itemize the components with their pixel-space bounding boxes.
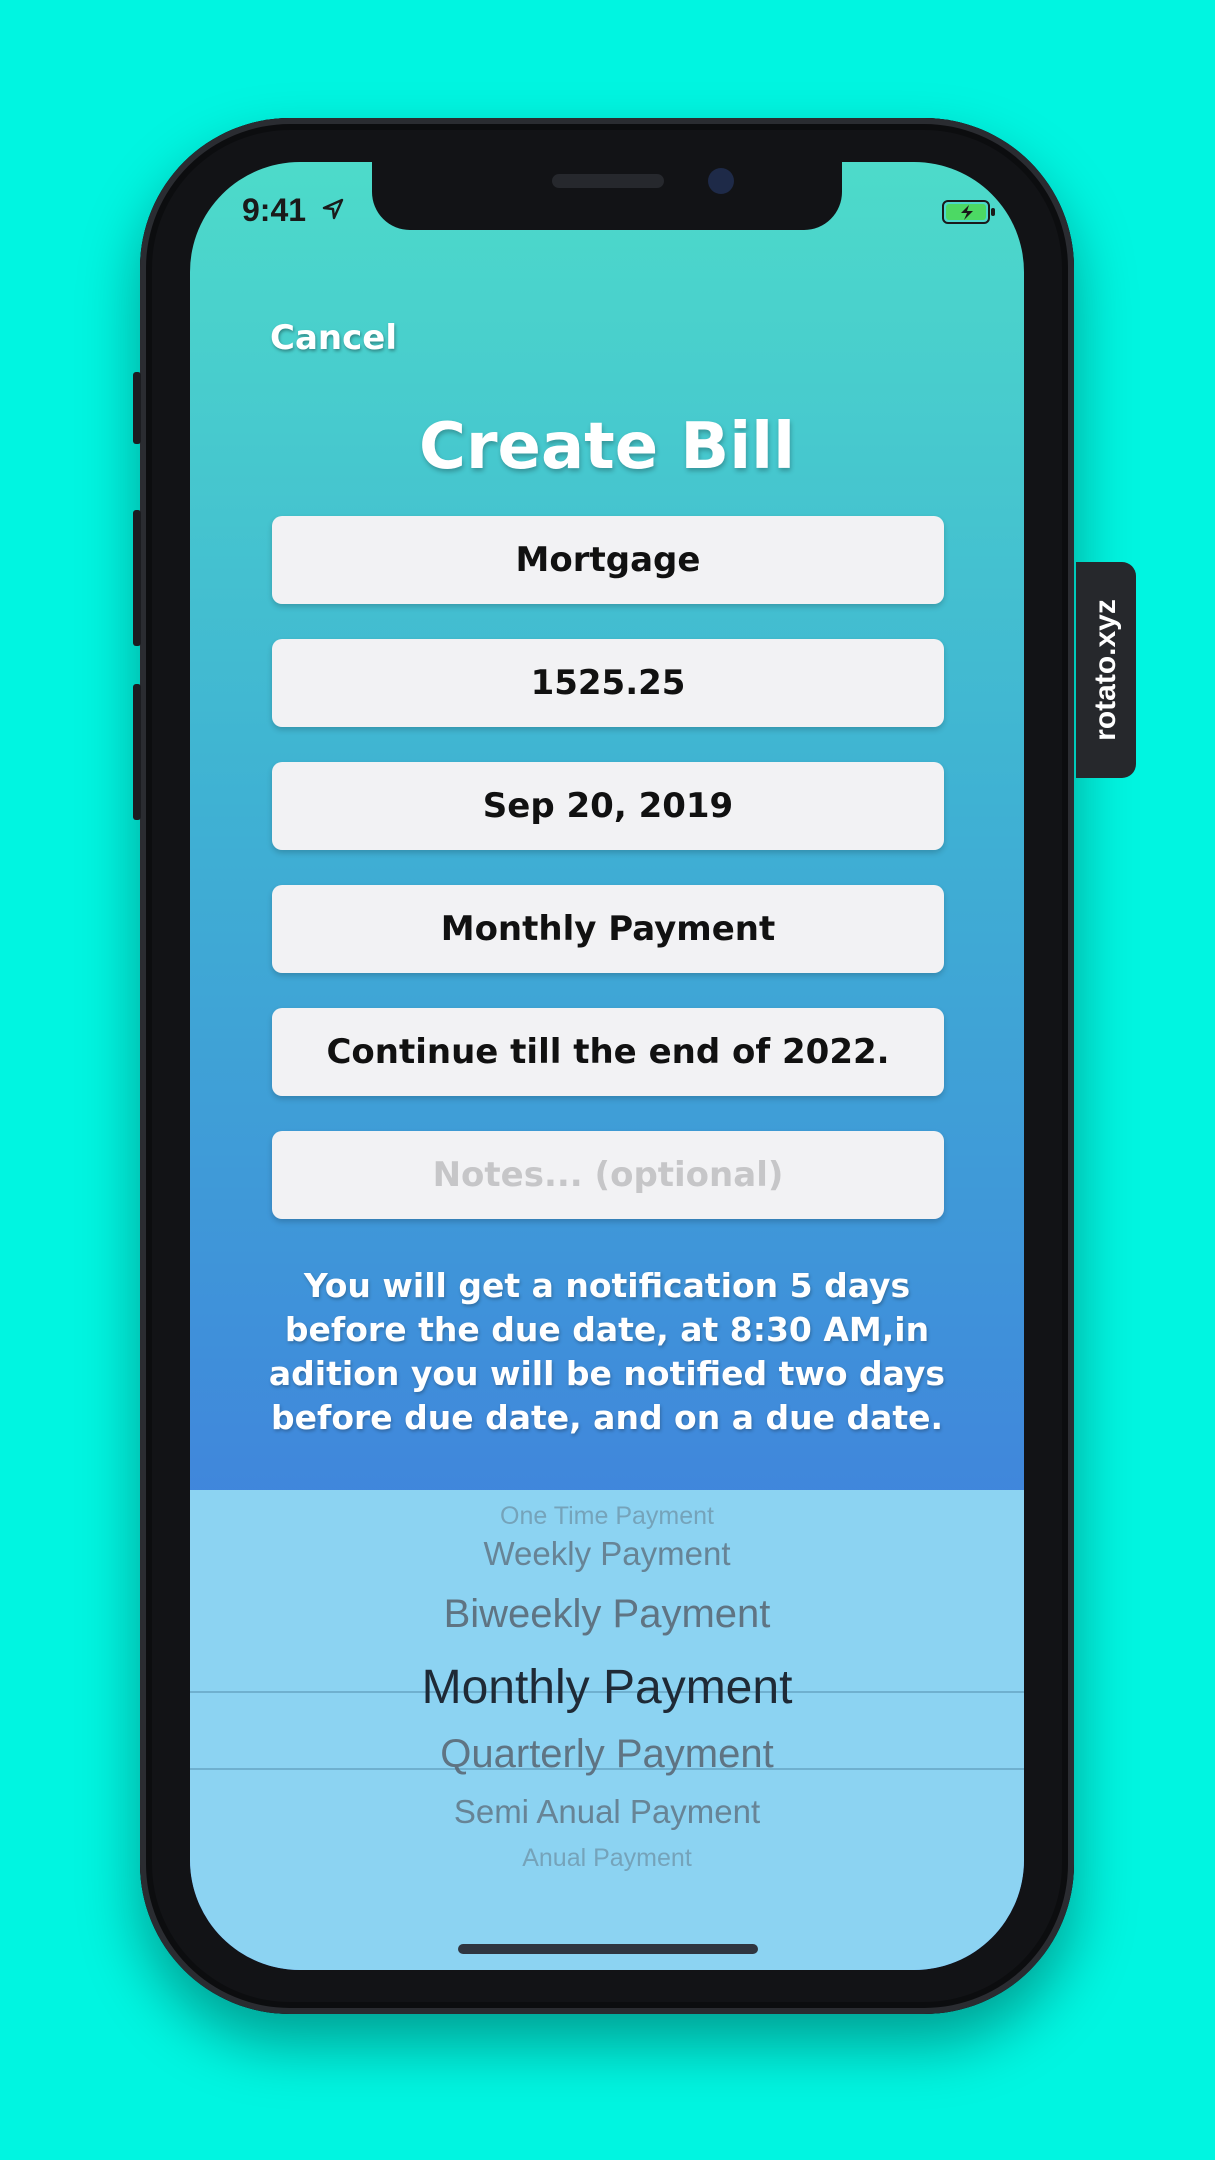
picker-option[interactable]: Semi Anual Payment — [190, 1793, 1024, 1831]
mute-switch — [133, 372, 141, 444]
status-time: 9:41 — [242, 192, 307, 228]
front-camera — [708, 168, 734, 194]
end-date-field[interactable]: Continue till the end of 2022. — [272, 1008, 944, 1096]
earpiece-speaker — [552, 174, 664, 188]
due-date-field[interactable]: Sep 20, 2019 — [272, 762, 944, 850]
home-indicator[interactable] — [458, 1944, 758, 1954]
watermark-tag: rotato.xyz — [1076, 562, 1136, 778]
volume-up-button — [133, 510, 141, 646]
frequency-picker[interactable]: One Time Payment Weekly Payment Biweekly… — [190, 1490, 1024, 1970]
picker-option-selected[interactable]: Monthly Payment — [190, 1660, 1024, 1715]
cancel-button[interactable]: Cancel — [270, 318, 397, 358]
picker-option[interactable]: Weekly Payment — [190, 1535, 1024, 1573]
page-title: Create Bill — [419, 410, 795, 484]
notes-field[interactable]: Notes... (optional) — [272, 1131, 944, 1219]
picker-option[interactable]: Biweekly Payment — [190, 1592, 1024, 1637]
volume-down-button — [133, 684, 141, 820]
bill-name-field[interactable]: Mortgage — [272, 516, 944, 604]
picker-option[interactable]: Anual Payment — [190, 1844, 1024, 1873]
watermark-text: rotato.xyz — [1089, 599, 1123, 741]
device-notch — [372, 162, 842, 230]
app-screen: 9:41 Cancel Create Bill Mortgage 1525.25… — [190, 162, 1024, 1970]
location-arrow-icon — [322, 198, 344, 220]
picker-option[interactable]: One Time Payment — [190, 1502, 1024, 1531]
picker-option[interactable]: Quarterly Payment — [190, 1732, 1024, 1777]
amount-field[interactable]: 1525.25 — [272, 639, 944, 727]
notification-info-text: You will get a notification 5 days befor… — [268, 1266, 946, 1437]
battery-charging-icon — [942, 200, 995, 224]
frequency-field[interactable]: Monthly Payment — [272, 885, 944, 973]
